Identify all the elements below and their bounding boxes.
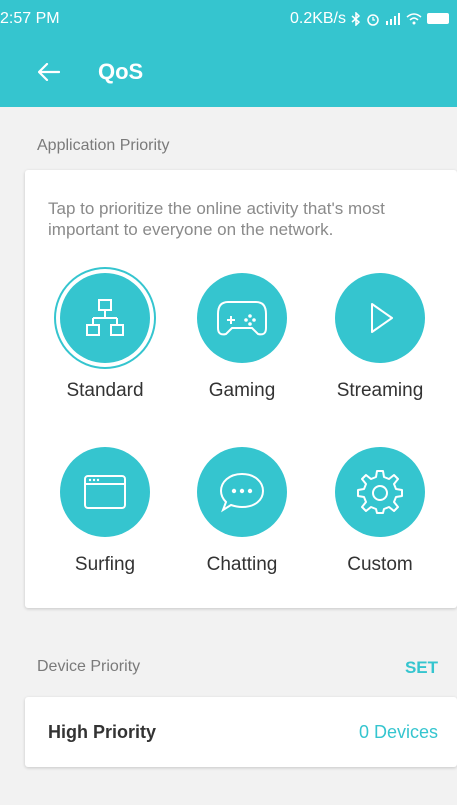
app-bar: QoS bbox=[0, 37, 457, 107]
app-option-gaming[interactable]: Gaming bbox=[182, 273, 302, 402]
streaming-circle bbox=[335, 273, 425, 363]
arrow-left-icon bbox=[38, 63, 60, 81]
battery-icon bbox=[427, 13, 449, 24]
page-title: QoS bbox=[98, 59, 144, 84]
application-priority-hint: Tap to prioritize the online activity th… bbox=[48, 199, 385, 239]
streaming-label: Streaming bbox=[336, 380, 424, 401]
gaming-label: Gaming bbox=[208, 380, 276, 401]
play-icon bbox=[371, 303, 393, 333]
gear-icon bbox=[357, 470, 403, 514]
network-topology-icon bbox=[86, 299, 124, 336]
gaming-circle bbox=[197, 273, 287, 363]
high-priority-label: High Priority bbox=[48, 722, 157, 742]
back-button[interactable] bbox=[34, 57, 64, 87]
signal-icon bbox=[386, 12, 400, 25]
bluetooth-icon bbox=[351, 11, 361, 26]
network-speed: 0.2KB/s bbox=[289, 9, 346, 27]
status-bar: 2:57 PM 0.2KB/s bbox=[0, 0, 457, 37]
app-option-streaming[interactable]: Streaming bbox=[320, 273, 440, 402]
app-option-chatting[interactable]: Chatting bbox=[182, 447, 302, 576]
set-button[interactable]: SET bbox=[405, 658, 438, 678]
wifi-icon bbox=[406, 12, 422, 24]
standard-circle bbox=[60, 273, 150, 363]
browser-window-icon bbox=[84, 475, 126, 509]
gamepad-icon bbox=[217, 301, 267, 336]
status-indicators: 0.2KB/s bbox=[290, 10, 449, 28]
application-priority-label: Application Priority bbox=[37, 137, 170, 154]
device-priority-label: Device Priority bbox=[37, 658, 141, 675]
status-time: 2:57 PM bbox=[0, 9, 60, 27]
device-count: 0 Devices bbox=[358, 722, 438, 742]
app-option-standard[interactable]: Standard bbox=[45, 273, 165, 402]
custom-label: Custom bbox=[347, 554, 413, 575]
app-option-surfing[interactable]: Surfing bbox=[45, 447, 165, 576]
chatting-circle bbox=[197, 447, 287, 537]
standard-label: Standard bbox=[66, 380, 144, 401]
app-option-custom[interactable]: Custom bbox=[320, 447, 440, 576]
chat-bubble-icon bbox=[219, 472, 265, 513]
surfing-label: Surfing bbox=[74, 554, 136, 575]
chatting-label: Chatting bbox=[206, 554, 278, 575]
surfing-circle bbox=[60, 447, 150, 537]
custom-circle bbox=[335, 447, 425, 537]
alarm-icon bbox=[367, 13, 379, 26]
